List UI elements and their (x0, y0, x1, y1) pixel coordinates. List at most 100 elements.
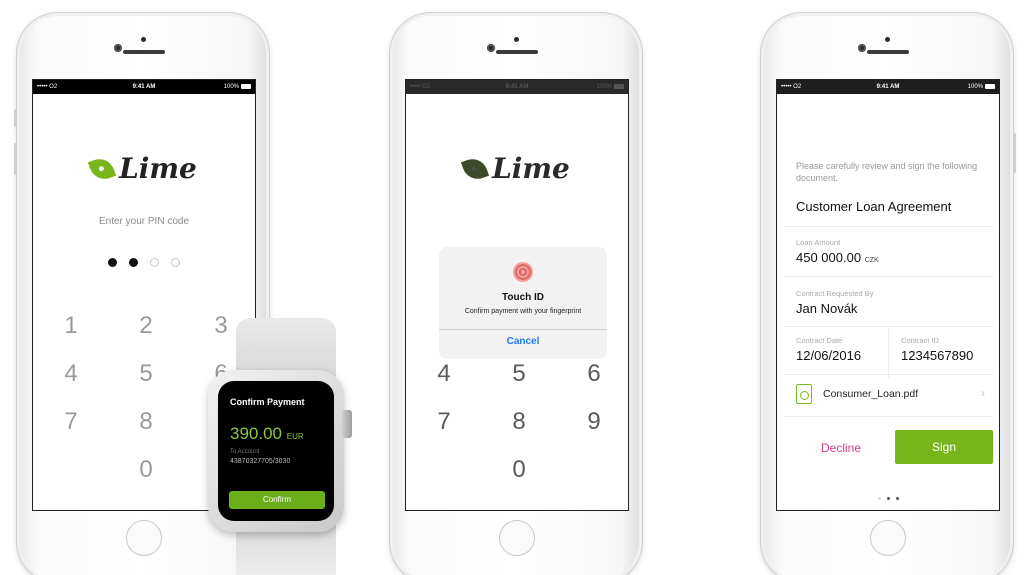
document-card: Please carefully review and sign the fol… (785, 146, 993, 486)
key-0: 0 (512, 456, 526, 483)
key-5[interactable]: 5 (126, 356, 166, 392)
key-1[interactable]: 1 (51, 308, 91, 344)
clock: 9:41 AM (132, 84, 156, 90)
dialog-message: Confirm payment with your fingerprint (464, 308, 582, 315)
key-4[interactable]: 4 (51, 356, 91, 392)
page-dot-2 (886, 497, 890, 500)
key-8[interactable]: 8 (126, 404, 166, 440)
key-9: 9 (587, 408, 601, 435)
pin-prompt: Enter your PIN code (98, 216, 190, 227)
battery-icon (985, 84, 995, 89)
proximity-sensor (141, 37, 146, 42)
battery-percent: 100% (967, 84, 983, 90)
contract-id-label: Contract ID (901, 336, 939, 345)
attachment-name: Consumer_Loan.pdf (823, 388, 919, 400)
key-0[interactable]: 0 (126, 452, 166, 488)
key-8: 8 (512, 408, 526, 435)
page-indicator (777, 497, 999, 500)
touch-id-dialog: Touch ID Confirm payment with your finge… (439, 247, 607, 359)
pin-dot-2 (129, 258, 138, 267)
divider (785, 226, 993, 227)
watch-amount: 390.00 EUR (230, 424, 304, 444)
lime-logo: Lime (33, 152, 255, 185)
sign-document-screen: ••••• O2 9:41 AM 100% Sign Document Plea… (776, 79, 1000, 511)
phone-sign-document: ••••• O2 9:41 AM 100% Sign Document Plea… (760, 12, 1016, 575)
document-name: Customer Loan Agreement (796, 199, 952, 214)
lime-leaf-icon (88, 154, 117, 183)
key-4: 4 (437, 360, 451, 387)
contract-date-label: Contract Date (796, 336, 843, 345)
contract-date-value: 12/06/2016 (796, 348, 862, 363)
front-camera (114, 44, 122, 52)
watch-account: 43870327705/3030 (230, 458, 291, 465)
front-camera (487, 44, 495, 52)
cancel-button[interactable]: Cancel (439, 336, 607, 347)
lime-leaf-icon (461, 154, 490, 183)
loan-amount-label: Loan Amount (796, 238, 841, 247)
home-button[interactable] (499, 520, 535, 556)
key-7[interactable]: 7 (51, 404, 91, 440)
page-dot-3 (895, 497, 899, 500)
document-intro: Please carefully review and sign the fol… (796, 161, 978, 183)
lime-logo: Lime (406, 152, 628, 185)
home-button[interactable] (126, 520, 162, 556)
pin-dot-3 (150, 258, 159, 267)
dialog-divider (439, 329, 607, 330)
requested-by-label: Contract Requested By (796, 289, 874, 298)
key-2[interactable]: 2 (126, 308, 166, 344)
divider (785, 276, 993, 277)
key-6: 6 (587, 360, 601, 387)
pdf-icon (796, 384, 812, 404)
phone-touch-id: ••••• O2 9:41 AM 100% Lime 4 5 6 7 8 9 0… (389, 12, 643, 575)
power-button (1013, 133, 1016, 173)
currency-unit: CZK (864, 257, 879, 264)
dialog-title: Touch ID (501, 292, 545, 303)
logo-text: Lime (492, 152, 570, 185)
watch-title: Confirm Payment (230, 397, 305, 407)
decline-button[interactable]: Decline (821, 441, 861, 455)
earpiece-speaker (123, 50, 165, 54)
status-bar: ••••• O2 9:41 AM 100% (33, 80, 255, 94)
contract-id-value: 1234567890 (901, 348, 974, 363)
divider (785, 374, 993, 375)
watch-amount-value: 390.00 (230, 424, 282, 443)
status-bar: ••••• O2 9:41 AM 100% (406, 80, 628, 94)
sign-button[interactable]: Sign (895, 430, 993, 464)
digital-crown[interactable] (342, 410, 352, 438)
watch-currency: EUR (286, 432, 304, 441)
watch-screen: Confirm Payment 390.00 EUR To Account 43… (218, 381, 334, 521)
proximity-sensor (514, 37, 519, 42)
page-dot-1 (877, 497, 881, 500)
divider (785, 416, 993, 417)
loan-amount-value: 450 000.00 CZK (796, 250, 879, 265)
loan-amount-number: 450 000.00 (796, 250, 862, 265)
pin-dot-4 (171, 258, 180, 267)
key-5: 5 (512, 360, 526, 387)
divider (785, 326, 993, 327)
home-button[interactable] (870, 520, 906, 556)
earpiece-speaker (867, 50, 909, 54)
volume-up-button (14, 143, 17, 175)
pin-indicator (33, 254, 255, 272)
key-7: 7 (437, 408, 451, 435)
column-divider (888, 326, 889, 378)
watch-confirm-button[interactable]: Confirm (229, 491, 325, 509)
watch-to-label: To Account (230, 449, 260, 455)
clock: 9:41 AM (505, 84, 529, 90)
earpiece-speaker (496, 50, 538, 54)
front-camera (858, 44, 866, 52)
chevron-right-icon: › (981, 386, 985, 400)
battery-icon (241, 84, 251, 89)
status-bar: ••••• O2 9:41 AM 100% (777, 80, 999, 94)
fingerprint-icon (513, 262, 533, 282)
battery-percent: 100% (223, 84, 239, 90)
battery-percent: 100% (596, 84, 612, 90)
mute-switch (14, 109, 17, 127)
key-3[interactable]: 3 (201, 308, 241, 344)
clock: 9:41 AM (876, 84, 900, 90)
touch-id-screen: ••••• O2 9:41 AM 100% Lime 4 5 6 7 8 9 0… (405, 79, 629, 511)
pin-dot-1 (108, 258, 117, 267)
battery-icon (614, 84, 624, 89)
proximity-sensor (885, 37, 890, 42)
requested-by-value: Jan Novák (796, 301, 858, 316)
